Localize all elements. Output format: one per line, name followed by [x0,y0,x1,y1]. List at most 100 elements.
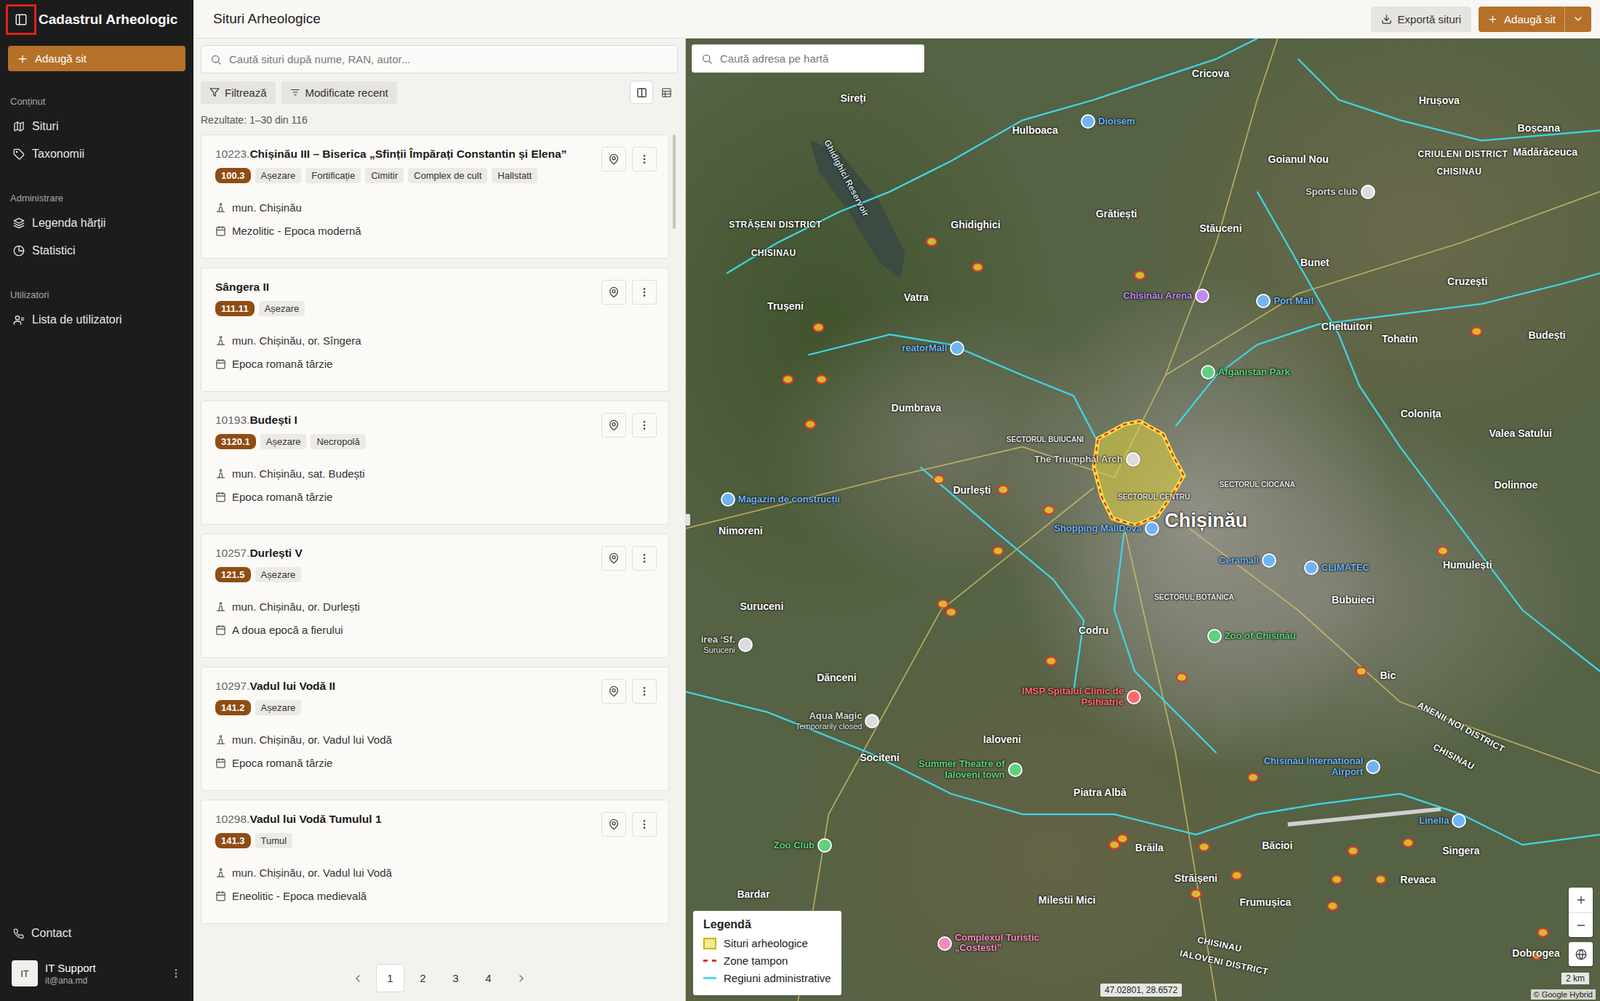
sidebar-item[interactable]: Taxonomii [10,140,184,168]
map[interactable]: ChișinăuSirețiCricovaHrușovaHulboacaGoia… [685,38,1600,1001]
page-button[interactable]: 1 [376,964,405,993]
pin-icon [608,286,620,299]
more-icon [638,552,651,565]
locate-button[interactable] [601,546,627,571]
resize-handle[interactable] [685,514,691,526]
add-site-button[interactable]: Adaugă sit [8,45,186,72]
map-label: Boșcana [1517,122,1560,134]
more-button[interactable] [632,546,657,571]
site-card[interactable]: 10223.Chișinău III – Biserica „Sfinții Î… [200,134,670,259]
calendar-icon [215,358,227,370]
more-button[interactable] [632,413,657,438]
site-card[interactable]: 10298.Vadul lui Vodă Tumulul 1 141.3 Tum… [200,800,670,925]
calendar-icon [215,624,227,636]
locate-button[interactable] [601,146,627,172]
filter-button[interactable]: Filtrează [200,81,276,104]
poi-label: reatorMall [901,343,947,355]
site-list: 10223.Chișinău III – Biserica „Sfinții Î… [200,134,678,958]
view-button[interactable] [654,80,678,104]
poi-pin-icon [1207,629,1222,644]
map-label: Bubuieci [1331,594,1375,606]
site-title: 10297.Vadul lui Vodă II [215,679,595,694]
results-count: Rezultate: 1–30 din 116 [200,114,678,126]
sidebar-item[interactable]: Situri [10,112,184,141]
more-button[interactable] [632,146,657,172]
calendar-icon [215,491,227,503]
sidebar-section: Administrare Legenda hărții Statistici [0,192,194,265]
tag: Așezare [255,168,302,184]
tag: Așezare [258,301,306,317]
sidebar-item[interactable]: Legenda hărții [10,209,184,238]
poi-pin-icon [1200,365,1216,380]
map-label: Brăila [1135,842,1164,854]
locate-button[interactable] [601,280,627,305]
ran-badge: 111.11 [215,301,255,317]
add-site-header-button[interactable]: Adaugă sit [1478,6,1565,32]
monument-icon [215,601,227,613]
map-legend: Legendă Situri arheologice Zone tampon R… [693,911,842,996]
more-icon [638,818,651,831]
poi-label: Sports club [1305,186,1358,198]
more-button[interactable] [632,280,657,305]
locate-button[interactable] [601,413,627,438]
site-card[interactable]: 10257.Durlești V 121.5 Așezare mun. Chiș… [200,533,670,659]
user-block[interactable]: IT IT Support it@ana.md [0,956,194,992]
poi-pin-icon [1304,560,1319,576]
site-location: mun. Chișinău, or. Sîngera [215,334,595,347]
calendar-icon [215,225,227,237]
add-dropdown-button[interactable] [1564,6,1592,32]
zoom-out-button[interactable] [1568,912,1593,938]
map-label: Sireți [840,92,867,104]
prev-page-button[interactable] [343,964,372,993]
map-search[interactable]: Caută adresa pe hartă [691,44,925,73]
pin-icon [608,419,620,432]
contact-link[interactable]: Contact [10,920,184,948]
site-card[interactable]: 10297.Vadul lui Vodă II 141.2 Așezare mu… [200,666,670,792]
poi-pin-icon [1256,293,1271,309]
poi-label: Summer Theatre of Ialoveni town [896,759,1006,782]
more-button[interactable] [632,679,657,704]
more-button[interactable] [632,812,657,838]
site-list-panel: Caută situri după nume, RAN, autor... Fi… [193,38,686,1001]
poi-pin-icon [738,637,753,653]
sidebar-toggle[interactable] [5,4,37,35]
poi-pin-icon [1451,813,1467,829]
more-icon [170,968,182,980]
tag: Cimitir [365,168,404,184]
pin-icon [608,153,620,166]
page-button[interactable]: 4 [474,964,503,993]
sidebar-item[interactable]: Lista de utilizatori [10,306,184,334]
pin-icon [608,818,620,831]
page-button[interactable]: 2 [408,964,438,993]
map-label: Hrușova [1418,94,1460,107]
poi-pin-icon [1126,690,1142,705]
site-card[interactable]: Sângera II 111.11 Așezare mun. Chișinău,… [200,267,670,392]
more-icon [638,685,651,698]
app-title: Cadastrul Arheologic [38,11,178,28]
locate-button[interactable] [601,679,627,704]
split-icon [636,87,648,99]
sort-button[interactable]: Modificate recent [281,81,398,104]
globe-button[interactable] [1568,942,1593,967]
map-coordinates: 47.02801, 28.6572 [1100,984,1182,998]
sidebar-item[interactable]: Statistici [10,237,184,265]
view-button[interactable] [629,80,654,104]
scrollbar[interactable] [672,134,676,230]
monument-icon [215,734,227,746]
map-label: Piatra Albă [1073,786,1127,799]
more-icon [638,286,651,299]
sort-icon [290,87,301,98]
page-button[interactable]: 3 [441,964,470,993]
zoom-in-button[interactable] [1568,888,1593,913]
poi-label: Port Mall [1273,296,1314,307]
export-button[interactable]: Exportă situri [1370,6,1472,32]
ran-badge: 3120.1 [215,434,256,450]
locate-button[interactable] [601,812,627,838]
map-label: STRĂȘENI DISTRICT [728,219,822,230]
poi-label: Shopping MallDova [1053,522,1142,534]
site-search[interactable]: Caută situri după nume, RAN, autor... [200,45,678,74]
site-period: A doua epocă a fierului [215,624,595,637]
next-page-button[interactable] [506,964,536,993]
site-card[interactable]: 10193.Budești I 3120.1 AșezareNecropolă … [200,400,670,526]
map-label: Trușeni [767,300,804,312]
